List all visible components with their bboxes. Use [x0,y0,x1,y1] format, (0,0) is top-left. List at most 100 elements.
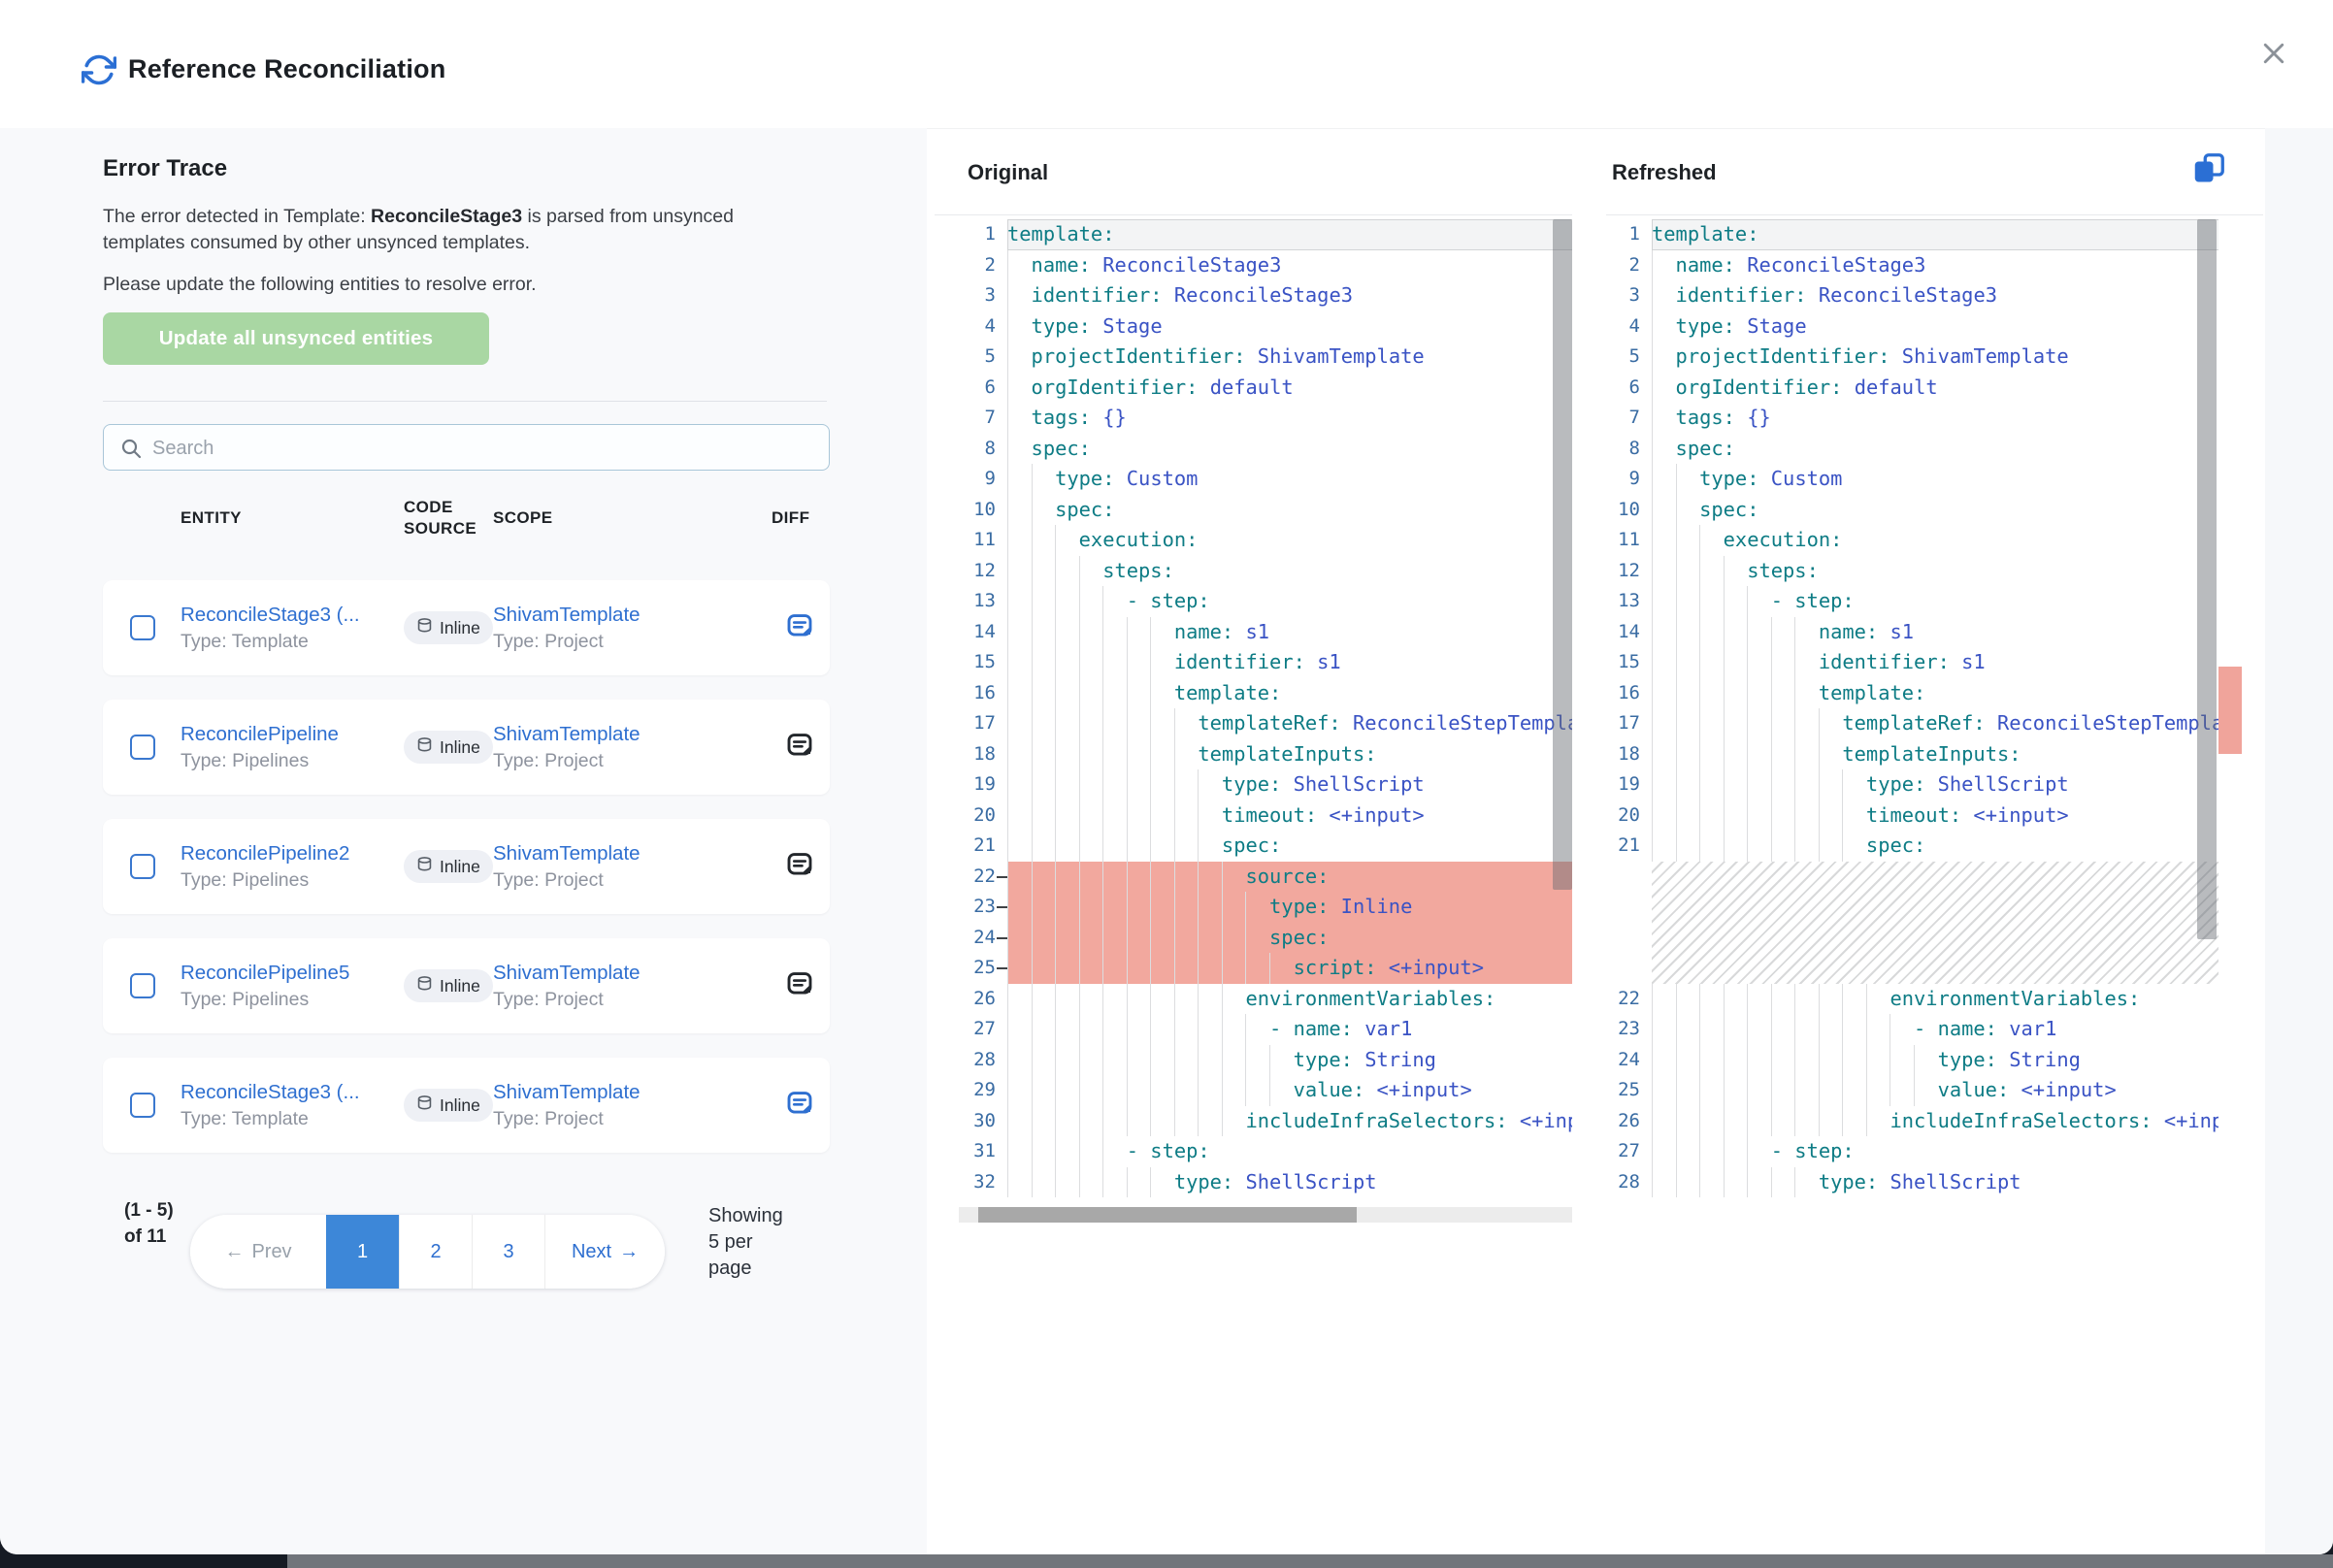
scope-link[interactable]: ShivamTemplate [493,842,772,866]
page-title: Reference Reconciliation [128,54,445,84]
diff-icon[interactable] [785,969,814,1001]
line-number: 30 [959,1106,1007,1137]
code-line: 28type: String [959,1045,1572,1076]
refreshed-vertical-scrollbar[interactable] [2197,219,2217,939]
row-checkbox[interactable] [130,973,155,998]
app-scrollbar-strip [287,1554,2333,1568]
code-line: 14name: s1 [959,617,1572,648]
scope-link[interactable]: ShivamTemplate [493,1081,772,1104]
line-number: 28 [1603,1167,1652,1198]
diff-icon[interactable] [785,1089,814,1121]
code-line: 2name: ReconcileStage3 [959,250,1572,281]
original-panel-title: Original [968,160,1048,185]
code-line: 11execution: [1603,525,2218,556]
line-number: 24 [1603,1045,1652,1076]
row-checkbox[interactable] [130,1093,155,1118]
code-source-badge: Inline [404,1089,493,1122]
divider [103,401,827,402]
inline-storage-icon [416,1094,433,1116]
line-number: 8 [959,434,1007,465]
right-margin [2265,128,2333,1554]
code-line: 15identifier: s1 [1603,647,2218,678]
code-line: 32type: ShellScript [959,1167,1572,1198]
page-button-3[interactable]: 3 [472,1215,544,1289]
row-checkbox[interactable] [130,854,155,879]
code-line: 19type: ShellScript [959,769,1572,800]
search-box [103,424,830,471]
line-number: 26 [1603,1106,1652,1137]
line-number: 3 [1603,280,1652,311]
line-number: 27 [1603,1136,1652,1167]
code-line: 27- step: [1603,1136,2218,1167]
code-line: 19type: ShellScript [1603,769,2218,800]
code-line: 4type: Stage [959,311,1572,343]
refreshed-panel-title: Refreshed [1612,160,1717,185]
line-number: 1 [1603,219,1652,250]
code-line: 22environmentVariables: [1603,984,2218,1015]
removed-lines-hatch-block [1652,862,2218,984]
removed-line-marker [997,876,1007,878]
close-button[interactable] [2259,39,2288,71]
original-vertical-scrollbar[interactable] [1553,219,1572,890]
code-line: 2name: ReconcileStage3 [1603,250,2218,281]
code-line: 3identifier: ReconcileStage3 [1603,280,2218,311]
line-number: 14 [1603,617,1652,648]
original-horizontal-scrollbar[interactable] [978,1207,1357,1223]
inline-storage-icon [416,975,433,996]
copy-button[interactable] [2191,151,2226,189]
line-number: 10 [959,495,1007,526]
line-number: 19 [1603,769,1652,800]
page-button-1[interactable]: 1 [326,1215,399,1289]
line-number: 5 [959,342,1007,373]
scope-type-label: Type: Project [493,989,772,1011]
code-line: 1template: [959,219,1572,250]
scope-link[interactable]: ShivamTemplate [493,723,772,746]
update-all-unsynced-entities-button[interactable]: Update all unsynced entities [103,312,489,365]
prev-page-button[interactable]: ←Prev [190,1215,326,1289]
table-row: ReconcileStage3 (... Type: TemplateInline… [103,1058,830,1153]
row-checkbox[interactable] [130,615,155,640]
line-number: 9 [959,464,1007,495]
entity-link[interactable]: ReconcileStage3 (... [181,1081,404,1104]
removed-line-marker [997,967,1007,969]
scope-link[interactable]: ShivamTemplate [493,604,772,627]
scope-link[interactable]: ShivamTemplate [493,962,772,985]
entity-link[interactable]: ReconcileStage3 (... [181,604,404,627]
line-number: 25 [1603,1075,1652,1106]
arrow-left-icon: ← [224,1241,244,1263]
code-line: 13- step: [1603,586,2218,617]
refreshed-code-editor[interactable]: 1template:2name: ReconcileStage33identif… [1603,219,2218,1201]
inline-storage-icon [416,736,433,758]
line-number: 20 [1603,800,1652,832]
line-number: 17 [959,708,1007,739]
entity-link[interactable]: ReconcilePipeline2 [181,842,404,866]
line-number: 23 [1603,1014,1652,1045]
original-code-editor[interactable]: 1template:2name: ReconcileStage33identif… [959,219,1572,1201]
code-source-badge: Inline [404,850,493,883]
error-trace-heading: Error Trace [103,155,227,182]
code-line: 6orgIdentifier: default [1603,373,2218,404]
line-number: 12 [959,556,1007,587]
code-line: 3identifier: ReconcileStage3 [959,280,1572,311]
diff-icon[interactable] [785,731,814,763]
line-number: 21 [1603,831,1652,862]
line-number: 19 [959,769,1007,800]
code-line: 9type: Custom [959,464,1572,495]
line-number: 2 [959,250,1007,281]
entity-link[interactable]: ReconcilePipeline [181,723,404,746]
entity-link[interactable]: ReconcilePipeline5 [181,962,404,985]
table-row: ReconcileStage3 (...Type: TemplateInline… [103,580,830,675]
code-line: 11execution: [959,525,1572,556]
line-number: 7 [1603,403,1652,434]
next-page-button[interactable]: Next→ [544,1215,665,1289]
diff-icon[interactable] [785,850,814,882]
row-checkbox[interactable] [130,735,155,760]
diff-icon[interactable] [785,611,814,643]
line-number: 15 [959,647,1007,678]
entity-type-label: Type: Template [181,1108,404,1130]
search-input[interactable] [150,425,814,472]
line-number: 4 [959,311,1007,343]
page-button-2[interactable]: 2 [399,1215,472,1289]
code-line: 18templateInputs: [959,739,1572,770]
code-line: 26environmentVariables: [959,984,1572,1015]
